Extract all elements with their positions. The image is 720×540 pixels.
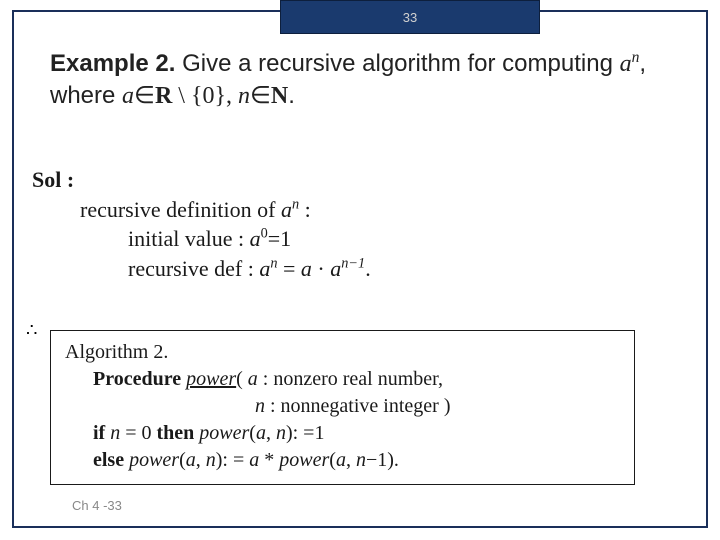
sol-label-line: Sol : xyxy=(32,165,672,195)
sol-line3-a1: a xyxy=(259,256,270,281)
algo-else-n1: n xyxy=(206,449,216,471)
footer-label: Ch 4 -33 xyxy=(72,498,122,513)
therefore-symbol: ∴ xyxy=(26,320,37,341)
algo-else-c1: , xyxy=(196,449,206,471)
algo-if-n: n xyxy=(110,422,120,444)
algorithm-box: Algorithm 2. Procedure power( a : nonzer… xyxy=(50,330,635,485)
example-a1: a xyxy=(620,51,632,77)
algo-proc-open: ( xyxy=(236,368,248,390)
algo-then-call: power xyxy=(199,422,249,444)
solution-block: Sol : recursive definition of an : initi… xyxy=(32,165,672,284)
sol-line2: initial value : a0=1 xyxy=(128,224,672,254)
algo-else-kw: else xyxy=(93,449,129,471)
algo-if-kw: if xyxy=(93,422,110,444)
algo-else-c2: , xyxy=(346,449,356,471)
algo-proc-line1: Procedure power( a : nonzero real number… xyxy=(93,366,620,393)
algo-then-c1: , xyxy=(266,422,276,444)
algo-else-star: * xyxy=(259,449,279,471)
sol-line3-a3: a xyxy=(330,256,341,281)
algo-proc-line2: n : nonnegative integer ) xyxy=(255,393,620,420)
algo-then-open: ( xyxy=(249,422,256,444)
example-end: . xyxy=(288,82,295,109)
sol-line1-a: a xyxy=(281,197,292,222)
algo-if-eq: = 0 xyxy=(120,422,156,444)
algo-else-line: else power(a, n): = a * power(a, n−1). xyxy=(93,447,620,474)
example-a2: a xyxy=(122,83,134,109)
algo-else-n2: n xyxy=(356,449,366,471)
sol-line1-post: : xyxy=(299,197,311,222)
algo-else-open2: ( xyxy=(329,449,336,471)
algo-if-line: if n = 0 then power(a, n): =1 xyxy=(93,420,620,447)
sol-line3-dot: · xyxy=(312,256,330,281)
algo-proc-a-desc: : nonzero real number, xyxy=(258,368,443,390)
example-n: n xyxy=(238,83,250,109)
algo-else-a1: a xyxy=(186,449,196,471)
algo-proc-a: a xyxy=(248,368,258,390)
algo-else-minus: −1). xyxy=(366,449,399,471)
header-block: 33 xyxy=(280,0,540,34)
example-in2: ∈ xyxy=(250,83,271,109)
example-label: Example 2. xyxy=(50,50,175,77)
sol-line2-a: a xyxy=(250,226,261,251)
algo-proc-label: Procedure xyxy=(93,368,186,390)
algo-else-open1: ( xyxy=(179,449,186,471)
sol-line3-pre: recursive def : xyxy=(128,256,259,281)
algo-else-call2: power xyxy=(279,449,329,471)
example-prefix: Give a recursive algorithm for computing xyxy=(175,50,619,77)
algo-proc-name: power xyxy=(186,368,236,390)
algo-then-a: a xyxy=(256,422,266,444)
example-setR: R xyxy=(155,83,172,109)
algo-else-call1: power xyxy=(129,449,179,471)
sol-line2-sup: 0 xyxy=(261,226,268,242)
algo-title: Algorithm 2. xyxy=(65,339,620,366)
sol-line3-sup2: n−1 xyxy=(341,256,365,272)
algo-else-a2: a xyxy=(249,449,259,471)
example-setminus: \ {0}, xyxy=(172,83,238,109)
example-title-block: Example 2. Give a recursive algorithm fo… xyxy=(50,48,680,112)
sol-line2-post: =1 xyxy=(268,226,291,251)
example-setN: N xyxy=(271,83,288,109)
sol-line1: recursive definition of an : xyxy=(80,195,672,225)
example-in1: ∈ xyxy=(134,83,155,109)
algo-proc-n: n xyxy=(255,395,265,417)
sol-line3: recursive def : an = a · an−1. xyxy=(128,254,672,284)
example-title: Example 2. Give a recursive algorithm fo… xyxy=(50,48,680,112)
sol-line1-pre: recursive definition of xyxy=(80,197,281,222)
algo-then-close: ): =1 xyxy=(286,422,325,444)
algo-then-n: n xyxy=(276,422,286,444)
sol-line3-post: . xyxy=(365,256,371,281)
algo-then-kw: then xyxy=(157,422,200,444)
algo-else-mid: ): = xyxy=(216,449,250,471)
algo-else-a3: a xyxy=(336,449,346,471)
sol-line3-a2: a xyxy=(301,256,312,281)
page-number: 33 xyxy=(403,10,417,25)
sol-line2-pre: initial value : xyxy=(128,226,250,251)
sol-label: Sol : xyxy=(32,167,74,192)
sol-line3-eq: = xyxy=(277,256,300,281)
algo-proc-n-desc: : nonnegative integer ) xyxy=(265,395,451,417)
